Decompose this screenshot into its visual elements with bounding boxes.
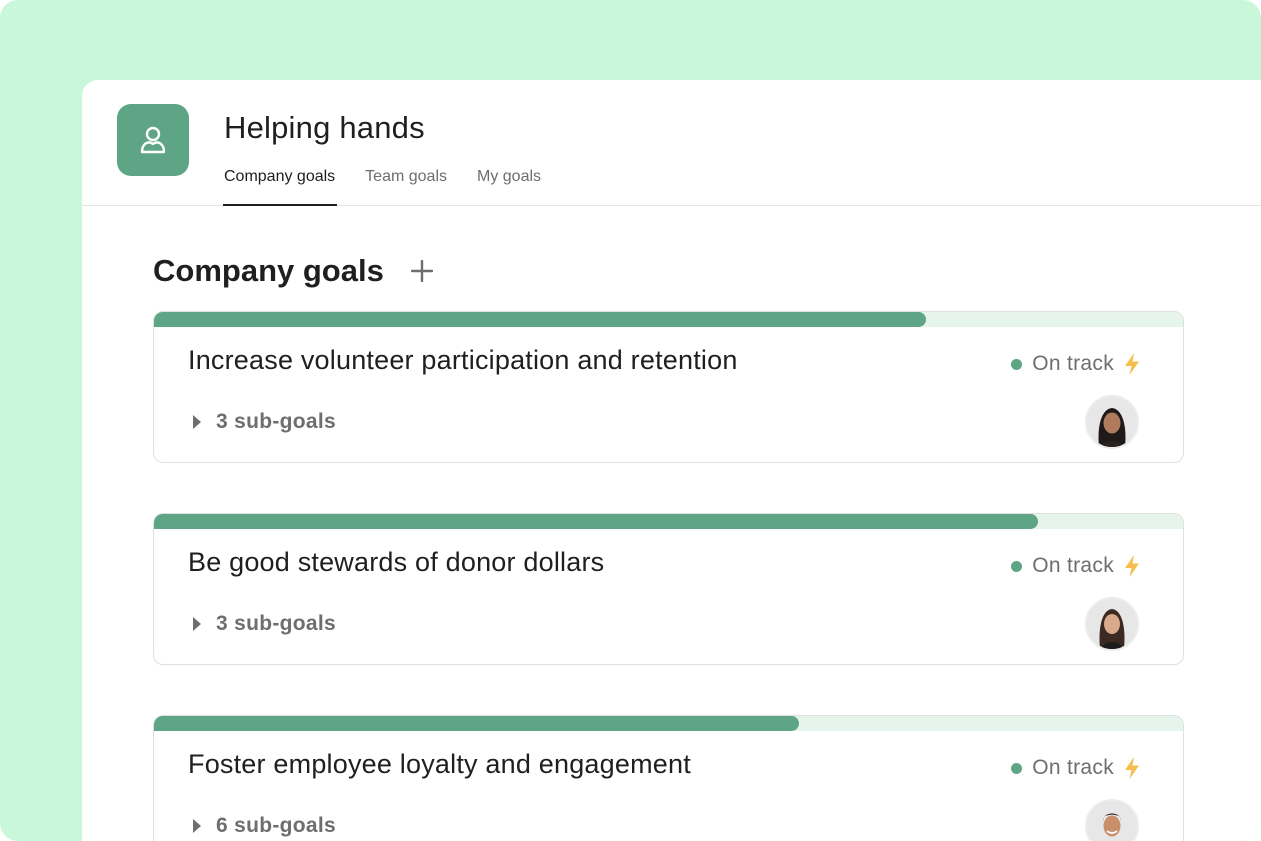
lightning-icon xyxy=(1125,757,1139,779)
goal-title[interactable]: Foster employee loyalty and engagement xyxy=(188,749,691,780)
subgoals-count: 3 sub-goals xyxy=(216,612,336,635)
owner-avatar[interactable] xyxy=(1085,597,1139,651)
project-header: Helping hands Company goals Team goals M… xyxy=(82,80,1261,206)
owner-avatar[interactable] xyxy=(1085,395,1139,449)
goal-progress-bar xyxy=(154,312,1183,327)
goal-card[interactable]: Increase volunteer participation and ret… xyxy=(153,311,1184,463)
owner-avatar[interactable] xyxy=(1085,799,1139,841)
goal-card[interactable]: Foster employee loyalty and engagement O… xyxy=(153,715,1184,841)
goal-status: On track xyxy=(1011,554,1141,578)
status-dot xyxy=(1011,358,1023,370)
subgoals-toggle[interactable]: 6 sub-goals xyxy=(192,814,336,838)
page-backdrop: Helping hands Company goals Team goals M… xyxy=(0,0,1261,841)
goals-app-window: Helping hands Company goals Team goals M… xyxy=(82,80,1261,841)
status-label: On track xyxy=(1032,554,1114,577)
goal-progress-fill xyxy=(154,514,1038,529)
goal-progress-bar xyxy=(154,716,1183,731)
goal-progress-fill xyxy=(154,312,926,327)
goal-status: On track xyxy=(1011,756,1141,780)
status-dot xyxy=(1011,762,1023,774)
plus-icon xyxy=(410,260,433,282)
goal-title[interactable]: Be good stewards of donor dollars xyxy=(188,547,604,578)
subgoals-count: 3 sub-goals xyxy=(216,410,336,433)
subgoals-count: 6 sub-goals xyxy=(216,814,336,837)
tab-team-goals[interactable]: Team goals xyxy=(365,166,447,206)
project-title: Helping hands xyxy=(224,110,425,145)
goal-card[interactable]: Be good stewards of donor dollars On tra… xyxy=(153,513,1184,665)
tab-company-goals[interactable]: Company goals xyxy=(222,166,338,206)
tab-my-goals[interactable]: My goals xyxy=(477,166,541,206)
goal-tabs: Company goals Team goals My goals xyxy=(222,166,571,206)
caret-right-icon xyxy=(193,617,201,631)
caret-right-icon xyxy=(193,819,201,833)
add-goal-button[interactable] xyxy=(408,257,436,285)
status-dot xyxy=(1011,560,1023,572)
hands-icon[interactable] xyxy=(117,104,189,176)
lightning-icon xyxy=(1125,353,1139,375)
subgoals-toggle[interactable]: 3 sub-goals xyxy=(192,410,336,434)
lightning-icon xyxy=(1125,555,1139,577)
subgoals-toggle[interactable]: 3 sub-goals xyxy=(192,612,336,636)
section-heading: Company goals xyxy=(153,253,436,289)
goal-status: On track xyxy=(1011,352,1141,376)
goal-title[interactable]: Increase volunteer participation and ret… xyxy=(188,345,738,376)
caret-right-icon xyxy=(193,415,201,429)
status-label: On track xyxy=(1032,352,1114,375)
goal-progress-bar xyxy=(154,514,1183,529)
section-title: Company goals xyxy=(153,253,384,288)
goal-progress-fill xyxy=(154,716,800,731)
status-label: On track xyxy=(1032,756,1114,779)
